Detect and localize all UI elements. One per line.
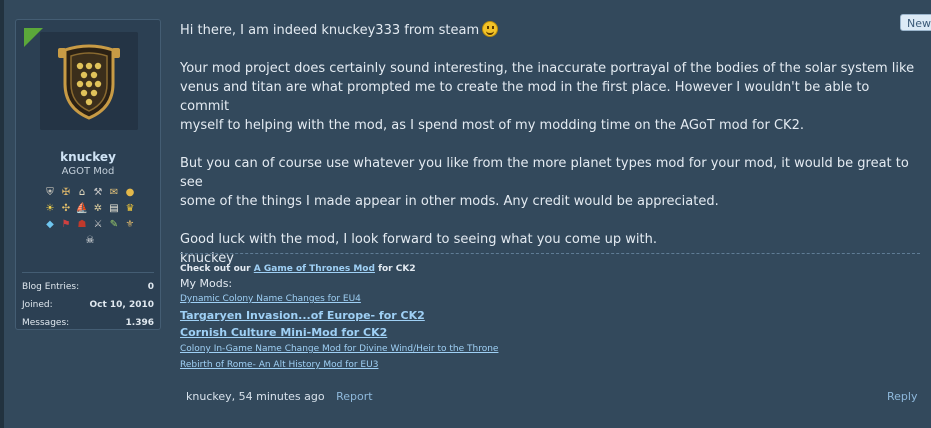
heraldic-shield-icon	[40, 32, 138, 130]
crown-trophy-icon[interactable]: ♛	[124, 202, 137, 215]
ship-trophy-icon[interactable]: ⛵	[76, 202, 89, 215]
mod-link-colony-names-eu4[interactable]: Dynamic Colony Name Changes for EU4	[180, 291, 920, 307]
message-body: Hi there, I am indeed knuckey333 from st…	[180, 21, 920, 268]
compass-trophy-icon[interactable]: ✲	[92, 202, 105, 215]
helmet-trophy-icon[interactable]: ☗	[76, 218, 89, 231]
report-link[interactable]: Report	[336, 390, 372, 403]
stat-label: Messages:	[22, 318, 70, 328]
left-edge-strip	[0, 0, 4, 428]
signature-divider	[180, 253, 920, 254]
swords-trophy-icon[interactable]: ⚔	[92, 218, 105, 231]
stats-divider	[22, 272, 154, 273]
temple-trophy-icon[interactable]: ⌂	[76, 186, 89, 199]
stat-value: Oct 10, 2010	[89, 300, 154, 310]
user-title: AGOT Mod	[61, 166, 115, 177]
cross-trophy-icon[interactable]: ✣	[60, 202, 73, 215]
mod-link-rebirth-of-rome[interactable]: Rebirth of Rome- An Alt History Mod for …	[180, 357, 920, 373]
message-line: myself to helping with the mod, as I spe…	[180, 118, 804, 133]
mod-link-targaryen-invasion[interactable]: Targaryen Invasion...of Europe- for CK2	[180, 307, 920, 324]
sun-trophy-icon[interactable]: ☀	[44, 202, 57, 215]
user-stats: Blog Entries: 0 Joined: Oct 10, 2010 Mes…	[22, 278, 154, 332]
smile-emoji-icon	[482, 21, 499, 37]
username[interactable]: knuckey	[16, 150, 160, 164]
mod-link-colony-name-change[interactable]: Colony In-Game Name Change Mod for Divin…	[180, 341, 920, 357]
sword-shield-trophy-icon[interactable]: ⚜	[124, 218, 137, 231]
message-line: Your mod project does certainly sound in…	[180, 61, 915, 76]
shield-trophy-icon[interactable]: ⛨	[44, 186, 57, 199]
trophy-grid: ⛨ ✠ ⌂ ⚒ ✉ ● ☀ ✣ ⛵ ✲ ▤ ♛ ◆ ⚑ ☗ ⚔ ✎ ⚜ ☠	[30, 186, 150, 250]
avatar[interactable]	[40, 32, 138, 130]
flag-trophy-icon[interactable]: ⚑	[60, 218, 73, 231]
scroll-trophy-icon[interactable]: ✉	[108, 186, 121, 199]
stat-label: Blog Entries:	[22, 282, 80, 292]
message-line: some of the things I made appear in othe…	[180, 194, 719, 209]
quill-trophy-icon[interactable]: ✎	[108, 218, 121, 231]
stat-blog-entries: Blog Entries: 0	[22, 278, 154, 296]
skull-trophy-icon[interactable]: ☠	[84, 234, 97, 247]
stat-value: 0	[147, 282, 154, 292]
message-line: venus and titan are what prompted me to …	[180, 80, 870, 114]
signature-suffix: for CK2	[378, 264, 416, 274]
new-corner-marker	[24, 28, 43, 47]
post-author-time[interactable]: knuckey, 54 minutes ago	[186, 390, 325, 403]
mod-link-cornish-culture[interactable]: Cornish Culture Mini-Mod for CK2	[180, 324, 920, 341]
sword-trophy-icon[interactable]: ✠	[60, 186, 73, 199]
stat-messages: Messages: 1.396	[22, 314, 154, 332]
my-mods-label: My Mods:	[180, 277, 233, 290]
signature-promo: Check out our A Game of Thrones Mod for …	[180, 262, 920, 276]
book-trophy-icon[interactable]: ▤	[108, 202, 121, 215]
stat-joined: Joined: Oct 10, 2010	[22, 296, 154, 314]
stat-value[interactable]: 1.396	[126, 314, 154, 332]
signature: Check out our A Game of Thrones Mod for …	[180, 262, 920, 373]
message-paragraph: Hi there, I am indeed knuckey333 from st…	[180, 23, 480, 38]
stat-label: Joined:	[22, 300, 53, 310]
agot-mod-link[interactable]: A Game of Thrones Mod	[254, 264, 375, 274]
user-card: knuckey AGOT Mod ⛨ ✠ ⌂ ⚒ ✉ ● ☀ ✣ ⛵ ✲ ▤ ♛…	[15, 19, 161, 330]
diamond-trophy-icon[interactable]: ◆	[44, 218, 57, 231]
reply-link[interactable]: Reply	[887, 390, 917, 403]
signature-prefix: Check out our	[180, 264, 251, 274]
message-line: But you can of course use whatever you l…	[180, 156, 909, 190]
coin-trophy-icon[interactable]: ●	[124, 186, 137, 199]
message-line: Good luck with the mod, I look forward t…	[180, 232, 657, 247]
post-footer: knuckey, 54 minutes ago Report	[186, 390, 373, 403]
axes-trophy-icon[interactable]: ⚒	[92, 186, 105, 199]
